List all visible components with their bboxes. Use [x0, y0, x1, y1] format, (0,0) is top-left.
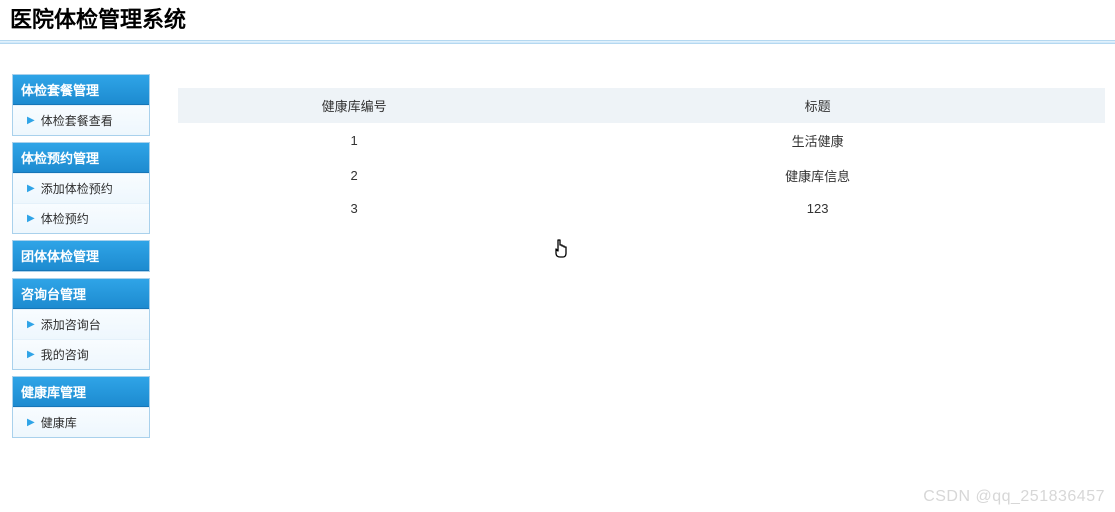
- nav-group-header[interactable]: 体检预约管理: [13, 143, 149, 173]
- sidebar-item-label: 添加体检预约: [41, 180, 113, 197]
- table-row[interactable]: 1 生活健康: [178, 123, 1105, 158]
- column-header-id[interactable]: 健康库编号: [178, 88, 530, 123]
- page-title: 医院体检管理系统: [10, 7, 186, 32]
- data-table: 健康库编号 标题 1 生活健康 2 健康库信息 3 123: [178, 88, 1105, 224]
- sidebar-item-add-consult[interactable]: ▶ 添加咨询台: [13, 309, 149, 339]
- nav-group-header[interactable]: 体检套餐管理: [13, 75, 149, 105]
- chevron-right-icon: ▶: [27, 115, 35, 126]
- sidebar-item-label: 健康库: [41, 414, 77, 431]
- table-header-row: 健康库编号 标题: [178, 88, 1105, 123]
- nav-group-group-exam: 团体体检管理: [12, 240, 150, 272]
- sidebar-item-label: 体检套餐查看: [41, 112, 113, 129]
- chevron-right-icon: ▶: [27, 417, 35, 428]
- nav-group-consult: 咨询台管理 ▶ 添加咨询台 ▶ 我的咨询: [12, 278, 150, 370]
- nav-group-appointment: 体检预约管理 ▶ 添加体检预约 ▶ 体检预约: [12, 142, 150, 234]
- cell-id: 3: [178, 193, 530, 224]
- nav-group-healthlib: 健康库管理 ▶ 健康库: [12, 376, 150, 438]
- chevron-right-icon: ▶: [27, 349, 35, 360]
- main-content: 健康库编号 标题 1 生活健康 2 健康库信息 3 123: [160, 46, 1115, 234]
- chevron-right-icon: ▶: [27, 319, 35, 330]
- sidebar-item-label: 添加咨询台: [41, 316, 101, 333]
- column-header-title[interactable]: 标题: [530, 88, 1105, 123]
- chevron-right-icon: ▶: [27, 183, 35, 194]
- cell-title: 健康库信息: [530, 158, 1105, 193]
- sidebar-item-appointment[interactable]: ▶ 体检预约: [13, 203, 149, 233]
- nav-group-header[interactable]: 团体体检管理: [13, 241, 149, 271]
- nav-group-header[interactable]: 咨询台管理: [13, 279, 149, 309]
- cell-id: 2: [178, 158, 530, 193]
- top-divider: [0, 40, 1115, 44]
- watermark: CSDN @qq_251836457: [923, 488, 1105, 506]
- sidebar-item-my-consult[interactable]: ▶ 我的咨询: [13, 339, 149, 369]
- nav-group-package: 体检套餐管理 ▶ 体检套餐查看: [12, 74, 150, 136]
- table-row[interactable]: 3 123: [178, 193, 1105, 224]
- sidebar-item-label: 体检预约: [41, 210, 89, 227]
- table-row[interactable]: 2 健康库信息: [178, 158, 1105, 193]
- pointer-cursor-icon: [552, 238, 570, 265]
- sidebar-item-add-appointment[interactable]: ▶ 添加体检预约: [13, 173, 149, 203]
- cell-title: 生活健康: [530, 123, 1105, 158]
- sidebar-item-healthlib[interactable]: ▶ 健康库: [13, 407, 149, 437]
- nav-group-header[interactable]: 健康库管理: [13, 377, 149, 407]
- sidebar: 体检套餐管理 ▶ 体检套餐查看 体检预约管理 ▶ 添加体检预约 ▶ 体检预约 团…: [0, 46, 160, 454]
- header: 医院体检管理系统: [0, 0, 1115, 40]
- sidebar-item-label: 我的咨询: [41, 346, 89, 363]
- chevron-right-icon: ▶: [27, 213, 35, 224]
- sidebar-item-package-view[interactable]: ▶ 体检套餐查看: [13, 105, 149, 135]
- cell-title: 123: [530, 193, 1105, 224]
- cell-id: 1: [178, 123, 530, 158]
- layout: 体检套餐管理 ▶ 体检套餐查看 体检预约管理 ▶ 添加体检预约 ▶ 体检预约 团…: [0, 46, 1115, 454]
